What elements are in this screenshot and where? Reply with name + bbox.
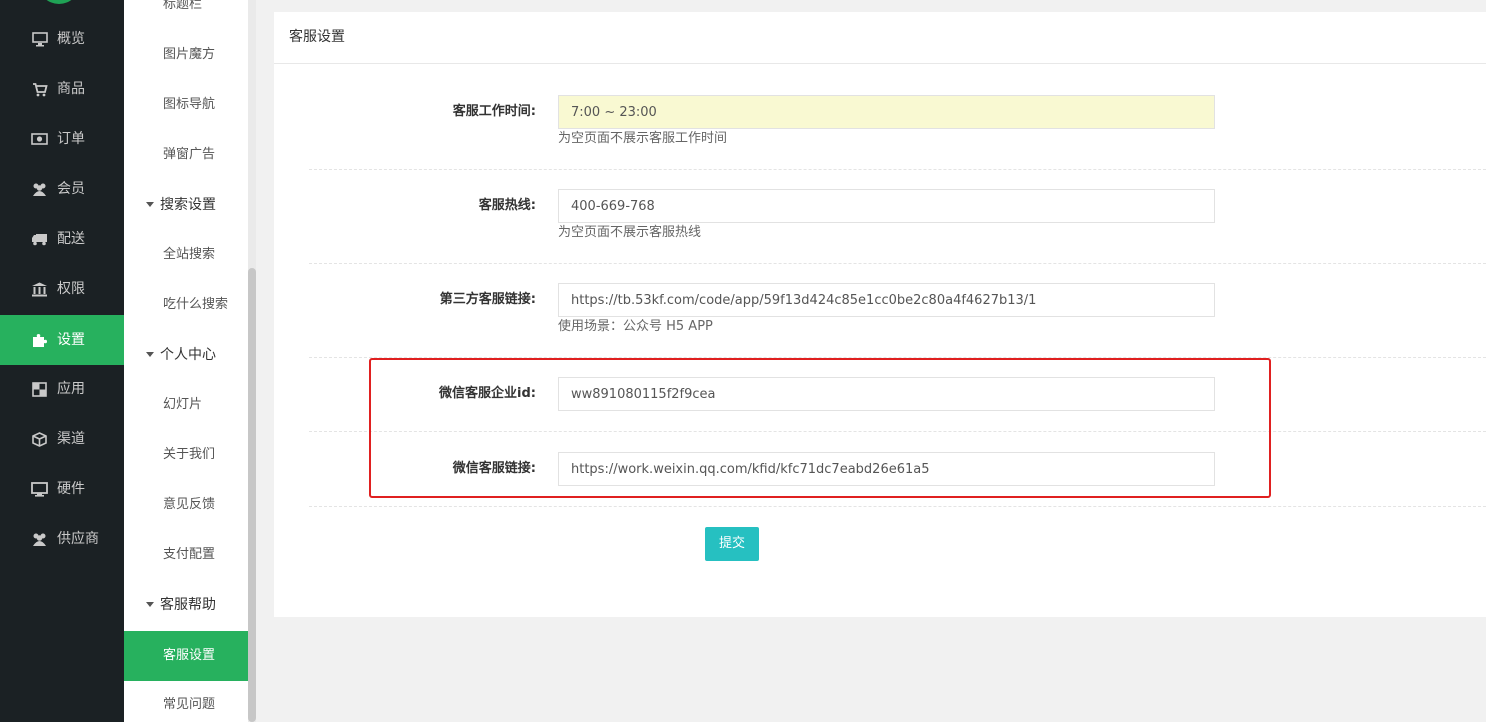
puzzle-icon <box>31 332 48 348</box>
sidebar-item-label: 配送 <box>57 231 85 247</box>
panel-header: 客服设置 <box>274 12 1486 64</box>
hotline-label: 客服热线: <box>478 198 536 213</box>
monitor-icon <box>31 31 48 47</box>
sidebar-item-hardware[interactable]: 硬件 <box>0 464 124 514</box>
sidebar-item-label: 应用 <box>57 381 85 397</box>
subnav-group-label: 搜索设置 <box>160 197 216 213</box>
users-icon <box>31 181 48 197</box>
work-time-input[interactable] <box>558 95 1215 129</box>
sidebar-item-label: 权限 <box>57 281 85 297</box>
subnav-item-slides[interactable]: 幻灯片 <box>124 380 248 430</box>
sidebar-item-label: 订单 <box>57 131 85 147</box>
sidebar-item-overview[interactable]: 概览 <box>0 14 124 64</box>
cube-icon <box>31 431 48 447</box>
sidebar-item-goods[interactable]: 商品 <box>0 64 124 114</box>
subnav-item-popup-ad[interactable]: 弹窗广告 <box>124 130 248 180</box>
third-party-link-input[interactable] <box>558 283 1215 317</box>
subnav-item-label: 支付配置 <box>163 547 216 562</box>
subnav-item-payment-config[interactable]: 支付配置 <box>124 530 248 580</box>
sidebar-item-label: 渠道 <box>57 431 85 447</box>
caret-down-icon <box>146 202 154 207</box>
apps-icon <box>31 381 48 397</box>
subnav-item-label: 标题栏 <box>163 0 203 12</box>
subnav-group-help[interactable]: 客服帮助 <box>124 580 248 630</box>
sidebar-item-label: 供应商 <box>57 531 99 547</box>
secondary-sidebar: 标题栏 图片魔方 图标导航 弹窗广告 搜索设置 全站搜索 吃什么搜索 个人中心 … <box>124 0 248 722</box>
logo <box>38 0 80 4</box>
subnav-group-personal[interactable]: 个人中心 <box>124 330 248 380</box>
subnav-item-label: 吃什么搜索 <box>163 297 229 312</box>
subnav-item-icon-nav[interactable]: 图标导航 <box>124 80 248 130</box>
subnav-item-label: 关于我们 <box>163 447 216 462</box>
subnav-item-label: 图片魔方 <box>163 47 216 62</box>
sidebar-item-members[interactable]: 会员 <box>0 164 124 214</box>
subnav-item-label: 全站搜索 <box>163 247 216 262</box>
subnav-scrollbar-thumb[interactable] <box>248 268 256 722</box>
cart-icon <box>31 81 48 97</box>
subnav-group-label: 个人中心 <box>160 347 216 363</box>
subnav-group-search[interactable]: 搜索设置 <box>124 180 248 230</box>
sidebar-item-apps[interactable]: 应用 <box>0 364 124 414</box>
sidebar-item-label: 概览 <box>57 31 85 47</box>
third-party-link-hint: 使用场景：公众号 H5 APP <box>558 319 713 334</box>
sidebar-item-label: 商品 <box>57 81 85 97</box>
sidebar-item-label: 硬件 <box>57 481 85 497</box>
users-icon <box>31 531 48 547</box>
subnav-item-image-cube[interactable]: 图片魔方 <box>124 30 248 80</box>
money-icon <box>31 131 48 147</box>
submit-button[interactable]: 提交 <box>705 527 759 561</box>
bank-icon <box>31 281 48 297</box>
page-title: 客服设置 <box>289 29 345 45</box>
subnav-item-titlebar[interactable]: 标题栏 <box>124 0 248 30</box>
settings-panel: 客服设置 客服工作时间: 为空页面不展示客服工作时间 客服热线: 为空页面不展示… <box>274 12 1486 617</box>
subnav-item-feedback[interactable]: 意见反馈 <box>124 480 248 530</box>
divider <box>309 169 1486 170</box>
desktop-icon <box>31 481 48 497</box>
sidebar-item-label: 会员 <box>57 181 85 197</box>
subnav-item-label: 客服设置 <box>163 648 216 663</box>
subnav-item-label: 常见问题 <box>163 697 216 712</box>
subnav-item-label: 幻灯片 <box>163 397 203 412</box>
sidebar-item-delivery[interactable]: 配送 <box>0 214 124 264</box>
subnav-item-service-settings[interactable]: 客服设置 <box>124 631 248 681</box>
hotline-input[interactable] <box>558 189 1215 223</box>
subnav-item-food-search[interactable]: 吃什么搜索 <box>124 280 248 330</box>
sidebar-item-label: 设置 <box>57 332 85 348</box>
third-party-link-label: 第三方客服链接: <box>439 292 536 307</box>
subnav-item-label: 图标导航 <box>163 97 216 112</box>
divider <box>309 263 1486 264</box>
sidebar-item-channels[interactable]: 渠道 <box>0 414 124 464</box>
subnav-item-faq[interactable]: 常见问题 <box>124 680 248 722</box>
divider <box>309 506 1486 507</box>
work-time-hint: 为空页面不展示客服工作时间 <box>558 131 728 146</box>
caret-down-icon <box>146 602 154 607</box>
subnav-item-about-us[interactable]: 关于我们 <box>124 430 248 480</box>
hotline-hint: 为空页面不展示客服热线 <box>558 225 702 240</box>
subnav-item-label: 弹窗广告 <box>163 147 216 162</box>
sidebar-item-settings[interactable]: 设置 <box>0 315 124 365</box>
subnav-group-label: 客服帮助 <box>160 597 216 613</box>
subnav-item-site-search[interactable]: 全站搜索 <box>124 230 248 280</box>
highlight-annotation-box <box>369 358 1271 498</box>
work-time-label: 客服工作时间: <box>452 104 536 119</box>
sidebar-item-suppliers[interactable]: 供应商 <box>0 514 124 564</box>
sidebar-item-permissions[interactable]: 权限 <box>0 264 124 314</box>
subnav-item-label: 意见反馈 <box>163 497 216 512</box>
caret-down-icon <box>146 352 154 357</box>
primary-sidebar: 概览 商品 订单 会员 配送 权限 设置 应用 渠道 硬件 供应商 <box>0 0 124 722</box>
truck-icon <box>31 231 48 247</box>
sidebar-item-orders[interactable]: 订单 <box>0 114 124 164</box>
